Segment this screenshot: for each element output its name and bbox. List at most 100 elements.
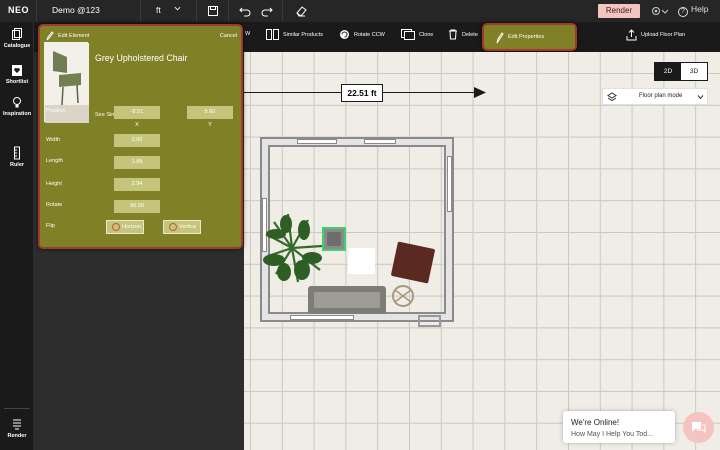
shortlist-icon: [12, 65, 22, 76]
eraser-icon[interactable]: [294, 4, 308, 18]
pencil-icon: [46, 31, 54, 41]
help-icon: ?: [678, 7, 688, 17]
redo-icon[interactable]: [260, 4, 274, 18]
panel-title: Edit Element: [58, 33, 90, 39]
divider: [36, 0, 37, 22]
grey-sofa[interactable]: [308, 286, 386, 314]
help-link[interactable]: ? Help: [678, 4, 708, 17]
nav-inspiration[interactable]: Inspiration: [0, 96, 34, 117]
view-2d-button[interactable]: 2D: [655, 63, 681, 80]
toolbar-label: Rotate CCW: [354, 31, 385, 38]
chevron-down-icon[interactable]: [174, 5, 181, 12]
nav-render[interactable]: Render: [0, 418, 34, 439]
render-icon: [13, 419, 21, 430]
rotate-ccw-button[interactable]: Rotate CCW: [339, 29, 385, 40]
nav-catalogue[interactable]: Catalogue: [0, 28, 34, 49]
similar-products-button[interactable]: Similar Products: [266, 29, 323, 40]
flip-vertical-label: Vertica: [179, 224, 196, 230]
width-label: Width: [46, 137, 61, 143]
nav-label: Inspiration: [2, 111, 32, 117]
rotate-input[interactable]: 90.00: [114, 200, 160, 213]
flip-vertical-icon: [169, 223, 177, 231]
floor-mode-select[interactable]: Floor plan mode: [602, 88, 708, 105]
nav-shortlist[interactable]: Shortlist: [0, 64, 34, 85]
trash-icon: [449, 29, 457, 40]
side-table-icon[interactable]: [390, 284, 416, 308]
chat-icon: [692, 422, 706, 434]
chair-seat: [327, 232, 341, 246]
upload-floor-plan-button[interactable]: Upload Floor Plan: [626, 29, 685, 41]
window[interactable]: [297, 139, 337, 144]
divider: [282, 0, 283, 22]
flip-horizontal-button[interactable]: Horizon: [106, 220, 144, 234]
plant-icon[interactable]: [258, 210, 330, 288]
flip-vertical-button[interactable]: Vertica: [163, 220, 201, 234]
height-input[interactable]: 2.94: [114, 178, 160, 191]
delete-button[interactable]: Delete: [448, 29, 478, 40]
chevron-down-icon[interactable]: [661, 4, 669, 18]
nav-label: Render: [7, 433, 27, 439]
sofa-cushion: [314, 292, 380, 308]
arrow-right-icon: [474, 87, 486, 98]
dimension-label: 22.51 ft: [341, 84, 383, 102]
top-bar: NEO Demo @123 ft Render ? Help: [0, 0, 720, 22]
chevron-down-icon: [697, 95, 704, 100]
lightbulb-icon: [13, 97, 21, 108]
view-mode-toggle[interactable]: 2D 3D: [654, 62, 708, 81]
window[interactable]: [447, 156, 452, 212]
toolbar-partial-item[interactable]: W: [245, 31, 250, 37]
chat-title: We're Online!: [571, 418, 620, 427]
door[interactable]: [418, 315, 441, 327]
save-icon[interactable]: [206, 4, 220, 18]
nav-label: Catalogue: [3, 43, 31, 49]
app-logo: NEO: [8, 5, 30, 15]
pencil-icon: [496, 32, 504, 44]
view-3d-button[interactable]: 3D: [681, 63, 707, 80]
toolbar-label: Delete: [462, 31, 478, 38]
position-label: Position: [46, 108, 66, 114]
undo-icon[interactable]: [238, 4, 252, 18]
divider: [228, 0, 229, 22]
cancel-button[interactable]: Cancel: [220, 33, 237, 39]
axis-y-label: Y: [208, 122, 212, 128]
window[interactable]: [364, 139, 396, 144]
nav-label: Ruler: [9, 162, 25, 168]
upload-icon: [626, 29, 637, 41]
flip-label: Flip: [46, 223, 55, 229]
nav-ruler[interactable]: Ruler: [0, 146, 34, 168]
position-y-input[interactable]: 5.60: [187, 106, 233, 119]
toolbar-label: Similar Products: [283, 31, 324, 38]
chat-subtitle: How May I Help You Tod...: [571, 431, 653, 438]
height-label: Height: [46, 181, 62, 187]
unit-select[interactable]: ft: [156, 5, 161, 15]
layers-icon: [607, 92, 617, 102]
catalogue-icon: [12, 28, 22, 40]
edit-properties-button[interactable]: Edit Properties: [482, 23, 577, 51]
divider: [196, 0, 197, 22]
similar-products-icon: [266, 29, 279, 40]
toolbar-label: Upload Floor Plan: [641, 32, 686, 38]
help-label: Help: [691, 4, 709, 14]
window[interactable]: [290, 315, 354, 320]
axis-x-label: X: [135, 122, 139, 128]
clone-icon: [401, 29, 415, 40]
length-input[interactable]: 1.89: [114, 156, 160, 169]
render-button[interactable]: Render: [598, 4, 640, 18]
edit-element-panel: Edit Element Cancel Grey Upholstered Cha…: [38, 24, 243, 249]
ruler-icon: [14, 146, 20, 160]
chat-bubble[interactable]: We're Online! How May I Help You Tod...: [563, 411, 675, 443]
white-table[interactable]: [348, 248, 375, 274]
selected-chair[interactable]: [322, 227, 346, 251]
chat-button[interactable]: [683, 412, 714, 443]
project-name[interactable]: Demo @123: [52, 5, 100, 15]
nav-label: Shortlist: [5, 79, 29, 85]
floor-mode-label: Floor plan mode: [639, 93, 683, 99]
flip-horizontal-icon: [112, 223, 120, 231]
position-x-input[interactable]: -8.51: [114, 106, 160, 119]
divider: [140, 0, 141, 22]
width-input[interactable]: 2.00: [114, 134, 160, 147]
brown-armchair[interactable]: [390, 241, 436, 284]
product-name: Grey Upholstered Chair: [95, 53, 188, 63]
clone-button[interactable]: Clone: [401, 29, 433, 40]
edit-properties-label: Edit Properties: [508, 34, 545, 40]
